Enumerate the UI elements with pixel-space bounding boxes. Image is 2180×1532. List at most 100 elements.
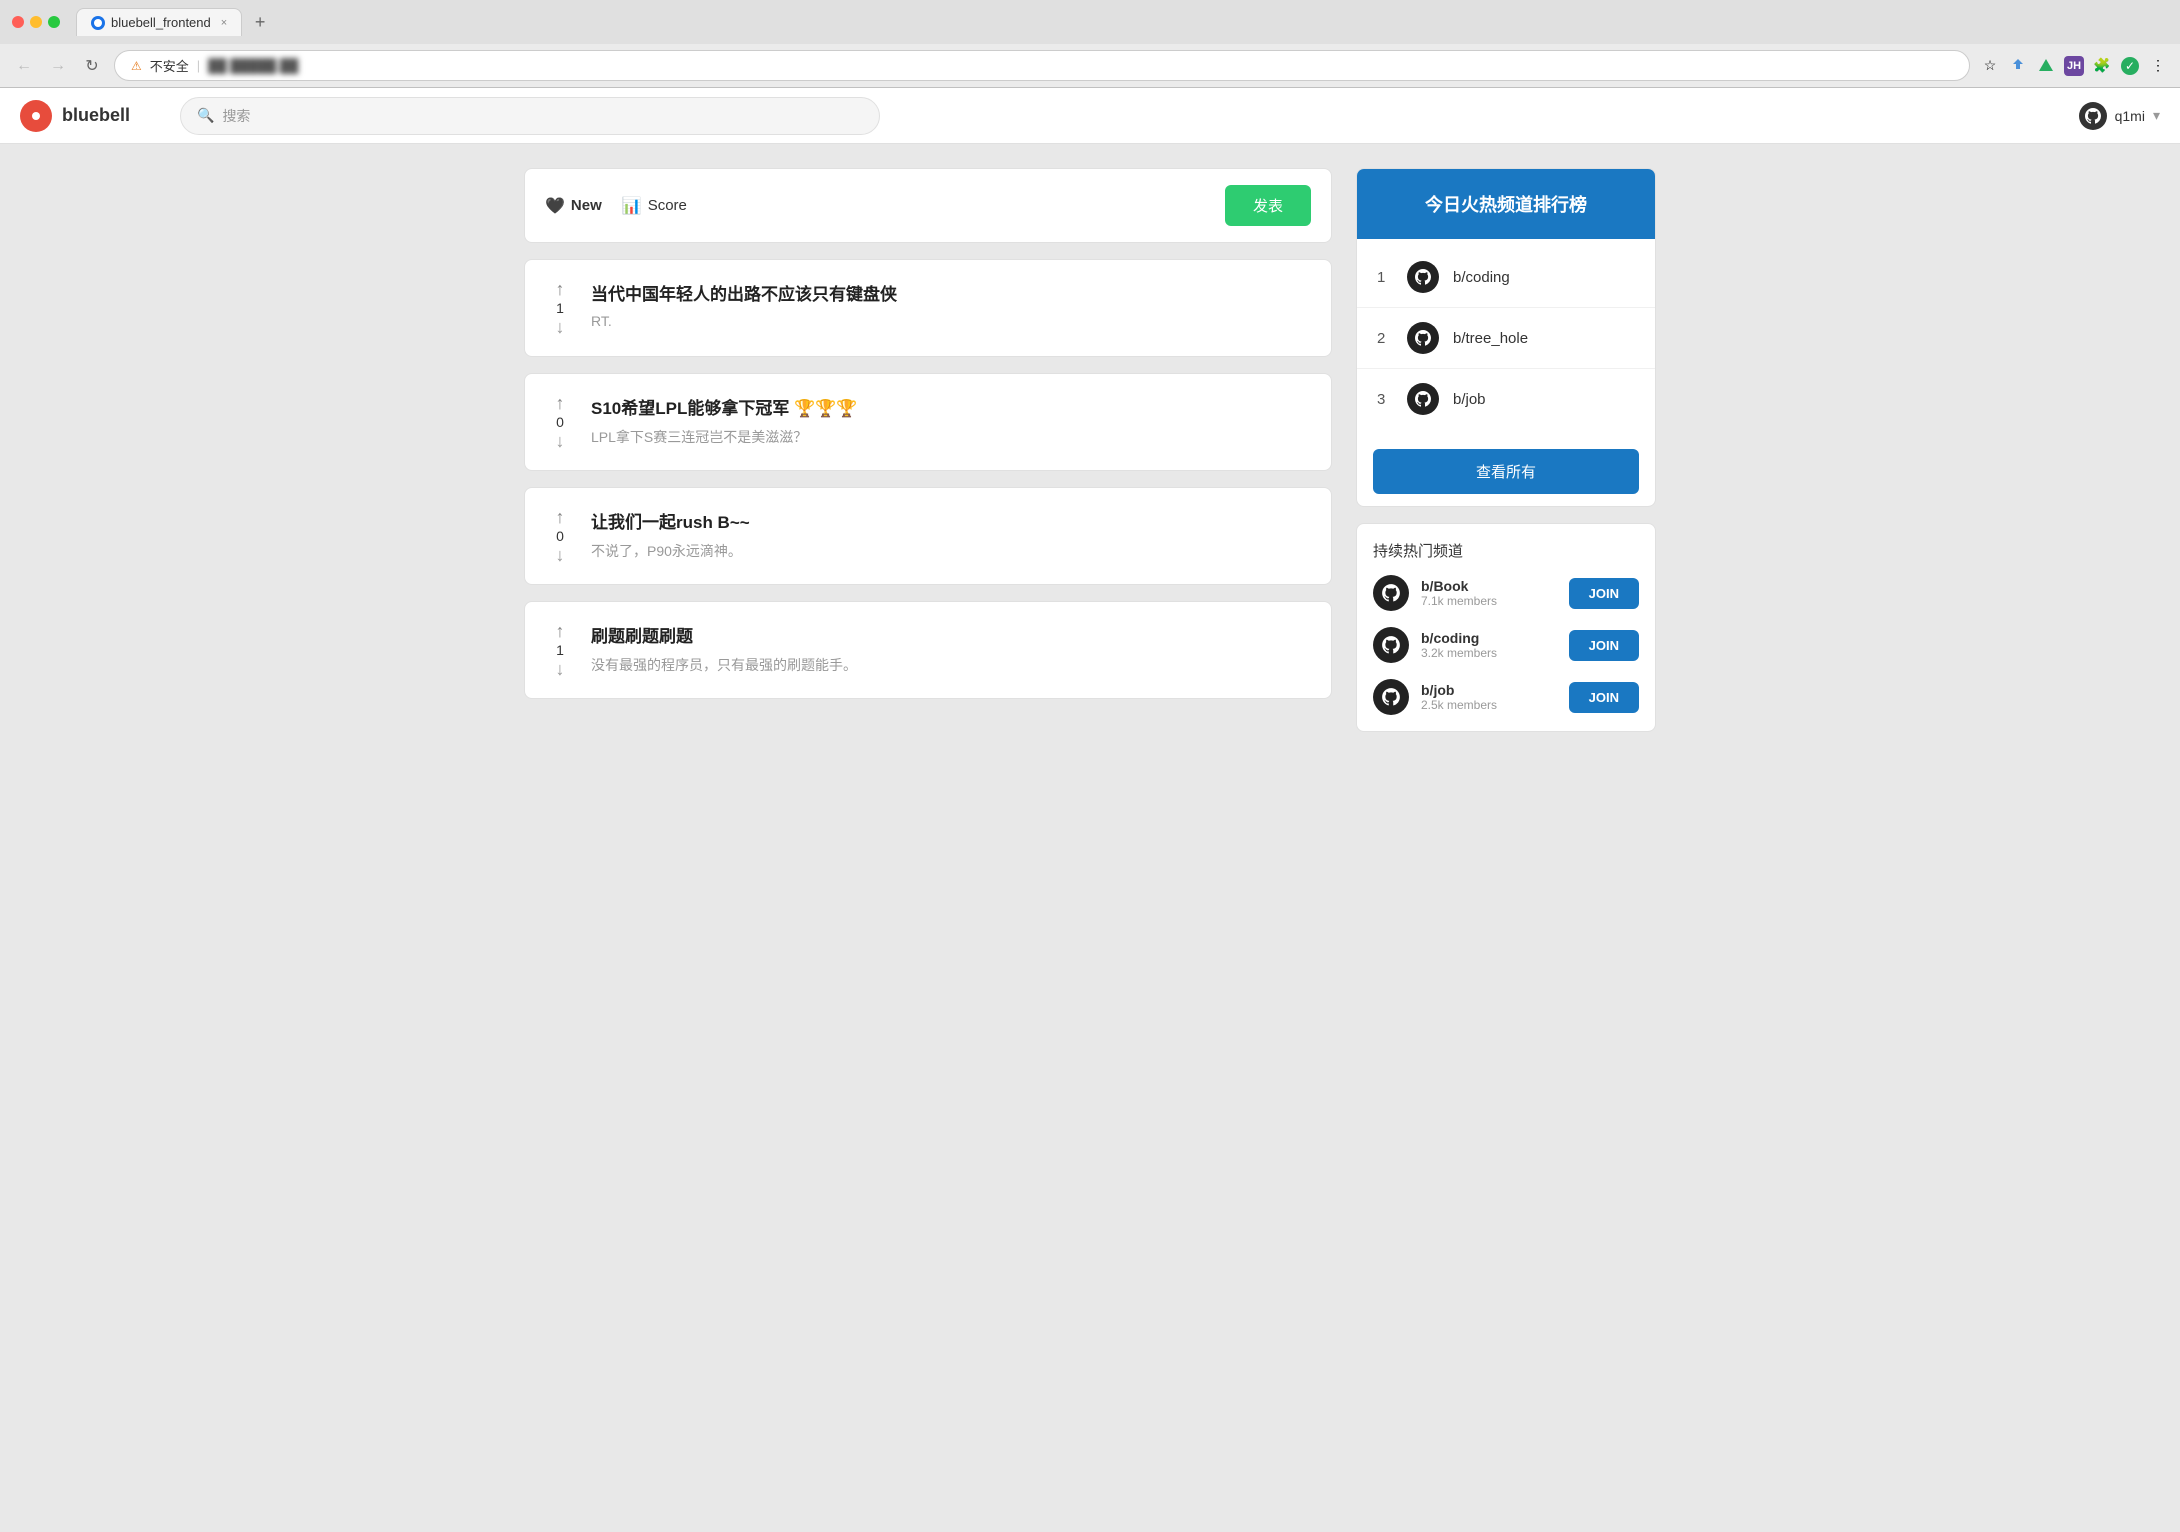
trending-item-2: b/coding 3.2k members JOIN <box>1373 627 1639 663</box>
vote-up-4[interactable]: ↑ <box>556 622 565 640</box>
trending-title: 持续热门频道 <box>1373 540 1639 561</box>
forward-button[interactable]: → <box>46 54 70 78</box>
vote-up-1[interactable]: ↑ <box>556 280 565 298</box>
address-separator: | <box>197 58 200 73</box>
tab-title: bluebell_frontend <box>111 15 211 30</box>
address-bar-row: ← → ↻ ⚠ 不安全 | ██ █████.██ ☆ JH 🧩 ✓ ⋮ <box>0 44 2180 87</box>
maximize-button[interactable] <box>48 16 60 28</box>
tab-new-label: New <box>571 197 602 214</box>
titlebar: bluebell_frontend × + <box>0 0 2180 44</box>
channel-logo-1 <box>1407 261 1439 293</box>
vote-down-3[interactable]: ↓ <box>556 546 565 564</box>
security-warning: ⚠ <box>131 59 142 73</box>
vote-up-2[interactable]: ↑ <box>556 394 565 412</box>
user-avatar <box>2079 102 2107 130</box>
main-layout: 🖤 New 📊 Score 发表 ↑ 1 ↓ 当代中国年轻人的出路不应该只有键盘… <box>500 168 1680 732</box>
vote-up-3[interactable]: ↑ <box>556 508 565 526</box>
bookmark-icon[interactable]: ☆ <box>1980 56 2000 76</box>
channel-logo-3 <box>1407 383 1439 415</box>
post-card-1: ↑ 1 ↓ 当代中国年轻人的出路不应该只有键盘侠 RT. <box>524 259 1332 357</box>
post-title-4[interactable]: 刷题刷题刷题 <box>591 622 1311 647</box>
channel-name-1: b/coding <box>1453 269 1510 286</box>
post-button[interactable]: 发表 <box>1225 185 1311 226</box>
username: q1mi <box>2115 108 2145 124</box>
minimize-button[interactable] <box>30 16 42 28</box>
trending-info-3: b/job 2.5k members <box>1421 682 1557 712</box>
extension-4-icon[interactable]: 🧩 <box>2092 56 2112 76</box>
search-bar[interactable]: 🔍 搜索 <box>180 97 880 135</box>
extension-5-icon[interactable]: ✓ <box>2120 56 2140 76</box>
channel-rank-1: 1 <box>1377 269 1393 286</box>
trending-item-3: b/job 2.5k members JOIN <box>1373 679 1639 715</box>
channel-item-3[interactable]: 3 b/job <box>1357 369 1655 429</box>
extension-2-icon[interactable] <box>2036 56 2056 76</box>
post-title-1[interactable]: 当代中国年轻人的出路不应该只有键盘侠 <box>591 280 1311 305</box>
channel-item-1[interactable]: 1 b/coding <box>1357 247 1655 308</box>
tab-score-label: Score <box>648 197 687 214</box>
address-bar[interactable]: ⚠ 不安全 | ██ █████.██ <box>114 50 1970 81</box>
vote-count-3: 0 <box>556 528 564 544</box>
score-icon: 📊 <box>622 196 642 216</box>
join-button-1[interactable]: JOIN <box>1569 578 1639 609</box>
security-label: 不安全 <box>150 56 189 75</box>
trending-logo-3 <box>1373 679 1409 715</box>
browser-extensions: ☆ JH 🧩 ✓ ⋮ <box>1980 56 2168 76</box>
channel-name-2: b/tree_hole <box>1453 330 1528 347</box>
active-tab[interactable]: bluebell_frontend × <box>76 8 242 36</box>
post-card-4: ↑ 1 ↓ 刷题刷题刷题 没有最强的程序员，只有最强的刷题能手。 <box>524 601 1332 699</box>
search-icon: 🔍 <box>197 107 214 124</box>
reload-button[interactable]: ↻ <box>80 54 104 78</box>
filter-bar: 🖤 New 📊 Score 发表 <box>524 168 1332 243</box>
join-button-3[interactable]: JOIN <box>1569 682 1639 713</box>
trending-members-1: 7.1k members <box>1421 594 1557 608</box>
trending-name-3: b/job <box>1421 682 1557 698</box>
trending-members-3: 2.5k members <box>1421 698 1557 712</box>
back-button[interactable]: ← <box>12 54 36 78</box>
vote-down-4[interactable]: ↓ <box>556 660 565 678</box>
vote-col-2: ↑ 0 ↓ <box>545 394 575 450</box>
vote-count-1: 1 <box>556 300 564 316</box>
trending-name-1: b/Book <box>1421 578 1557 594</box>
app-logo[interactable]: bluebell <box>20 100 180 132</box>
vote-col-1: ↑ 1 ↓ <box>545 280 575 336</box>
new-tab-button[interactable]: + <box>246 8 274 36</box>
vote-down-1[interactable]: ↓ <box>556 318 565 336</box>
post-content-1: 当代中国年轻人的出路不应该只有键盘侠 RT. <box>591 280 1311 336</box>
channel-logo-2 <box>1407 322 1439 354</box>
post-title-3[interactable]: 让我们一起rush B~~ <box>591 508 1311 533</box>
user-dropdown-icon[interactable]: ▾ <box>2153 107 2160 124</box>
post-content-3: 让我们一起rush B~~ 不说了，P90永远滴神。 <box>591 508 1311 564</box>
trending-members-2: 3.2k members <box>1421 646 1557 660</box>
vote-down-2[interactable]: ↓ <box>556 432 565 450</box>
post-content-2: S10希望LPL能够拿下冠军 🏆🏆🏆 LPL拿下S赛三连冠岂不是美滋滋？ <box>591 394 1311 450</box>
extension-3-icon[interactable]: JH <box>2064 56 2084 76</box>
browser-chrome: bluebell_frontend × + ← → ↻ ⚠ 不安全 | ██ █… <box>0 0 2180 88</box>
post-card-2: ↑ 0 ↓ S10希望LPL能够拿下冠军 🏆🏆🏆 LPL拿下S赛三连冠岂不是美滋… <box>524 373 1332 471</box>
extension-1-icon[interactable] <box>2008 56 2028 76</box>
app-header: bluebell 🔍 搜索 q1mi ▾ <box>0 88 2180 144</box>
filter-tabs: 🖤 New 📊 Score <box>545 192 687 220</box>
channel-item-2[interactable]: 2 b/tree_hole <box>1357 308 1655 369</box>
trending-item-1: b/Book 7.1k members JOIN <box>1373 575 1639 611</box>
tab-close-button[interactable]: × <box>221 17 227 29</box>
post-title-2[interactable]: S10希望LPL能够拿下冠军 🏆🏆🏆 <box>591 394 1311 419</box>
close-button[interactable] <box>12 16 24 28</box>
tab-bar: bluebell_frontend × + <box>76 8 274 36</box>
tab-score[interactable]: 📊 Score <box>622 192 687 220</box>
post-card-3: ↑ 0 ↓ 让我们一起rush B~~ 不说了，P90永远滴神。 <box>524 487 1332 585</box>
more-options-icon[interactable]: ⋮ <box>2148 56 2168 76</box>
vote-count-4: 1 <box>556 642 564 658</box>
vote-col-4: ↑ 1 ↓ <box>545 622 575 678</box>
join-button-2[interactable]: JOIN <box>1569 630 1639 661</box>
right-column: 今日火热频道排行榜 1 b/coding 2 b/tree_hole <box>1356 168 1656 732</box>
trending-logo-2 <box>1373 627 1409 663</box>
address-url: ██ █████.██ <box>208 58 298 73</box>
post-desc-1: RT. <box>591 313 1311 329</box>
view-all-button[interactable]: 查看所有 <box>1373 449 1639 494</box>
trending-channels: 持续热门频道 b/Book 7.1k members JOIN b/coding… <box>1356 523 1656 732</box>
channel-list: 1 b/coding 2 b/tree_hole 3 <box>1357 239 1655 437</box>
svg-text:✓: ✓ <box>2125 59 2135 73</box>
hot-channels: 今日火热频道排行榜 1 b/coding 2 b/tree_hole <box>1356 168 1656 507</box>
post-content-4: 刷题刷题刷题 没有最强的程序员，只有最强的刷题能手。 <box>591 622 1311 678</box>
tab-new[interactable]: 🖤 New <box>545 192 602 220</box>
